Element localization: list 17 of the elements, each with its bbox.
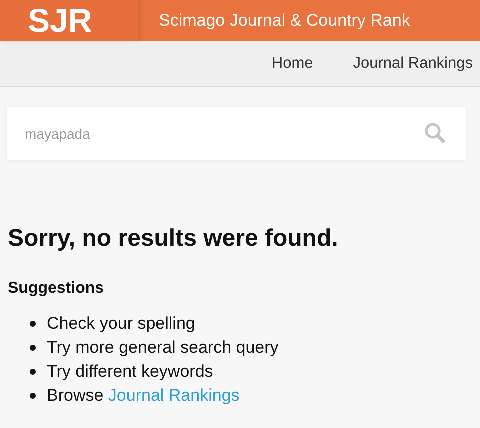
search-icon[interactable] xyxy=(424,122,446,144)
search-field[interactable]: mayapada xyxy=(7,107,466,160)
bullet-icon xyxy=(30,321,36,327)
suggestion-text: Browse Journal Rankings xyxy=(47,386,240,406)
bullet-icon xyxy=(30,393,36,399)
no-results-heading: Sorry, no results were found. xyxy=(8,225,340,253)
journal-rankings-link[interactable]: Journal Rankings xyxy=(108,386,240,405)
suggestions-heading: Suggestions xyxy=(8,280,106,298)
bullet-icon xyxy=(30,345,36,351)
suggestion-text: Try more general search query xyxy=(47,338,279,358)
nav-link[interactable]: Home xyxy=(272,54,314,72)
suggestion-text: Check your spelling xyxy=(47,314,196,334)
suggestion-text: Try different keywords xyxy=(47,362,214,382)
logo[interactable]: SJR xyxy=(0,0,138,41)
bullet-icon xyxy=(30,369,36,375)
nav-link[interactable]: Journal Rankings xyxy=(353,54,473,72)
site-title: Scimago Journal & Country Rank xyxy=(159,10,410,30)
